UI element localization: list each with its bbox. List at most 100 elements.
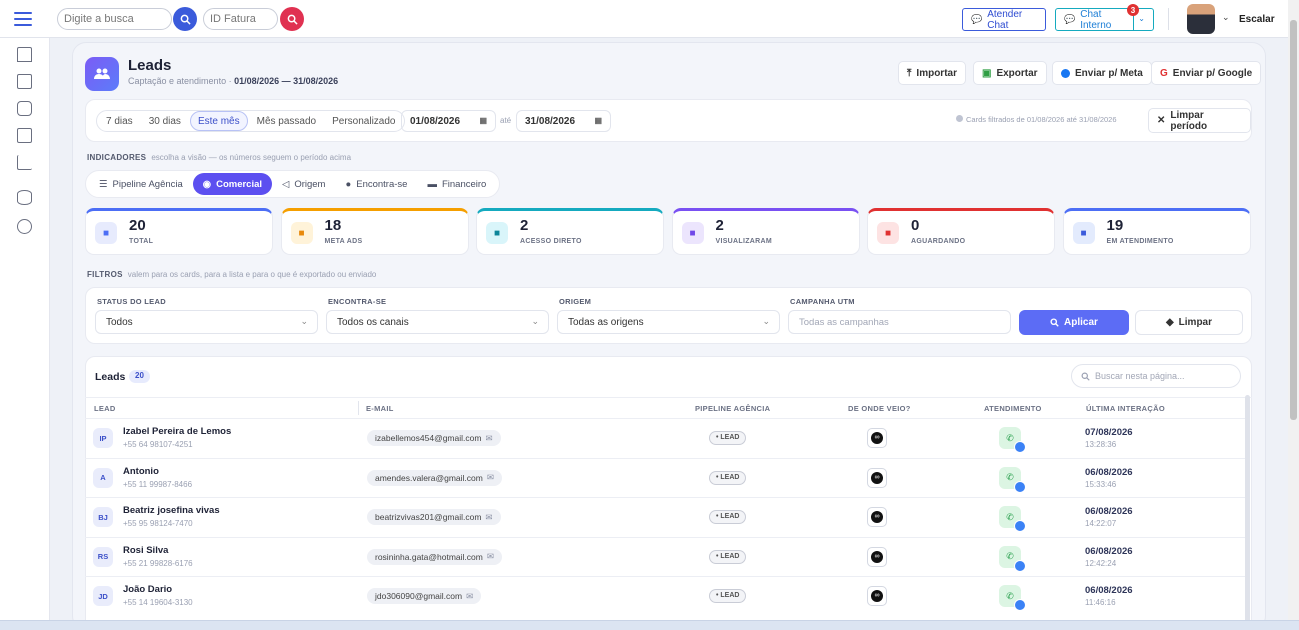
invoice-id-input[interactable]: ID Fatura bbox=[203, 8, 278, 30]
chat-icon: ■ bbox=[1072, 222, 1095, 244]
avatar: JD bbox=[93, 586, 113, 606]
lead-name[interactable]: Izabel Pereira de Lemos bbox=[123, 426, 231, 437]
page-title: Leads bbox=[128, 57, 172, 74]
lead-name[interactable]: João Dario bbox=[123, 584, 172, 595]
utm-filter-label: CAMPANHA UTM bbox=[790, 297, 855, 306]
lead-name[interactable]: Rosi Silva bbox=[123, 545, 168, 556]
table-row[interactable]: A Antonio +55 11 99987-8466 amendes.valera@… bbox=[85, 457, 1248, 497]
chat-bubble-icon bbox=[1014, 480, 1026, 493]
search-icon bbox=[287, 14, 298, 25]
megaphone-icon: ◁ bbox=[282, 178, 290, 190]
search-input[interactable]: Digite a busca bbox=[57, 8, 172, 30]
chevron-down-icon[interactable]: ⌄ bbox=[1222, 12, 1230, 23]
kpi-label: META ADS bbox=[324, 238, 363, 245]
menu-icon[interactable] bbox=[14, 12, 32, 26]
table-row[interactable]: BJ Beatriz josefina vivas +55 95 98124-747… bbox=[85, 497, 1248, 536]
status-filter-select[interactable]: Todos ⌄ bbox=[95, 310, 318, 334]
scroll-thumb[interactable] bbox=[1290, 20, 1297, 420]
clear-filters-button[interactable]: ◆ Limpar bbox=[1135, 310, 1243, 335]
email-chip[interactable]: amendes.valera@gmail.com ✉ bbox=[367, 469, 502, 486]
indicators-label: INDICADORES escolha a visão — os números… bbox=[87, 153, 352, 162]
headset-icon: ◉ bbox=[202, 178, 212, 190]
import-button[interactable]: ⤒ Importar bbox=[898, 61, 966, 85]
chevron-down-icon: ⌄ bbox=[762, 316, 770, 326]
home-icon[interactable] bbox=[17, 47, 32, 62]
date-to-input[interactable]: 31/08/2026 ▦ bbox=[516, 110, 611, 132]
column-last-interaction[interactable]: ÚLTIMA INTERAÇÃO bbox=[1086, 404, 1165, 413]
table-row[interactable]: JD João Dario +55 14 19604-3130 jdo306090@g… bbox=[85, 576, 1248, 615]
lead-name[interactable]: Beatriz josefina vivas bbox=[123, 505, 220, 516]
email-chip[interactable]: jdo306090@gmail.com ✉ bbox=[367, 588, 482, 604]
preset-7-days[interactable]: 7 dias bbox=[99, 111, 140, 131]
kpi-label: TOTAL bbox=[129, 238, 154, 245]
origin-filter-select[interactable]: Todas as origens ⌄ bbox=[557, 310, 780, 334]
kpi-value: 19 bbox=[1106, 217, 1124, 234]
tab-financeiro[interactable]: ▬ Financeiro bbox=[417, 173, 496, 195]
filters-label: FILTROS valem para os cards, para a list… bbox=[87, 270, 377, 279]
column-origin[interactable]: DE ONDE VEIO? bbox=[848, 404, 911, 413]
table-row[interactable]: RS Rosi Silva +55 21 99828-6176 rosininha.g… bbox=[85, 536, 1248, 576]
email-chip[interactable]: rosininha.gata@hotmail.com ✉ bbox=[367, 548, 502, 565]
apply-filters-button[interactable]: Aplicar bbox=[1019, 310, 1129, 335]
internal-chat-button[interactable]: 💬 Chat Interno ⌄ bbox=[1055, 8, 1154, 31]
divider bbox=[1168, 8, 1169, 30]
table-row[interactable]: IP Izabel Pereira de Lemos +55 64 98107-42… bbox=[85, 418, 1248, 457]
utm-filter-input[interactable]: Todas as campanhas bbox=[788, 310, 1011, 334]
preset-last-month[interactable]: Mês passado bbox=[250, 111, 323, 131]
preset-this-month[interactable]: Este mês bbox=[189, 111, 248, 131]
email-chip[interactable]: beatrizvivas201@gmail.com ✉ bbox=[367, 509, 501, 525]
search-button[interactable] bbox=[173, 7, 197, 31]
mail-icon: ✉ bbox=[466, 590, 474, 601]
column-pipeline[interactable]: PIPELINE AGÊNCIA bbox=[695, 404, 770, 413]
column-attendance[interactable]: ATENDIMENTO bbox=[984, 404, 1042, 413]
kpi-card-aguardando[interactable]: ■ 0 AGUARDANDO bbox=[867, 208, 1055, 255]
user-menu-label[interactable]: Escalar bbox=[1239, 14, 1275, 25]
tab-comercial[interactable]: ◉ Comercial bbox=[192, 173, 273, 195]
chart-icon: ■ bbox=[290, 222, 313, 244]
clear-period-button[interactable]: ✕ Limpar período bbox=[1148, 108, 1251, 133]
period-card: 7 dias 30 dias Este mês Mês passado Pers… bbox=[85, 99, 1252, 142]
chat-icon: 💬 bbox=[1064, 14, 1076, 24]
table-scrollbar[interactable] bbox=[1245, 395, 1250, 629]
leads-icon bbox=[85, 57, 119, 91]
kpi-card-total[interactable]: ■ 20 TOTAL bbox=[85, 208, 273, 255]
meta-source-icon: ∞ bbox=[867, 586, 887, 606]
chat-bubble-icon bbox=[1014, 599, 1026, 611]
preset-custom[interactable]: Personalizado bbox=[325, 111, 402, 131]
send-meta-button[interactable]: Enviar p/ Meta bbox=[1052, 61, 1152, 85]
page-scrollbar[interactable] bbox=[1288, 0, 1299, 620]
kpi-value: 2 bbox=[715, 217, 724, 234]
preset-30-days[interactable]: 30 dias bbox=[142, 111, 188, 131]
power-icon[interactable] bbox=[17, 219, 32, 234]
close-icon: ✕ bbox=[1157, 115, 1166, 126]
invoice-search-button[interactable] bbox=[280, 7, 304, 31]
avatar: A bbox=[93, 467, 113, 488]
attend-chat-button[interactable]: 💬 Atender Chat bbox=[962, 8, 1046, 31]
monitor-icon[interactable] bbox=[17, 128, 32, 143]
column-email[interactable]: E-MAIL bbox=[366, 404, 394, 413]
kpi-card-em-atendimento[interactable]: ■ 19 EM ATENDIMENTO bbox=[1062, 208, 1251, 255]
send-google-button[interactable]: G Enviar p/ Google bbox=[1151, 61, 1262, 85]
avatar[interactable] bbox=[1187, 4, 1215, 34]
contacts-icon[interactable] bbox=[17, 74, 32, 89]
bottom-bar bbox=[0, 620, 1299, 630]
wallet-icon: ▬ bbox=[427, 178, 437, 190]
last-interaction-time: 12:42:24 bbox=[1085, 558, 1117, 568]
table-search-input[interactable]: Buscar nesta página... bbox=[1071, 364, 1241, 388]
tab-pipeline-agencia[interactable]: ☰ Pipeline Agência bbox=[89, 173, 193, 195]
column-lead[interactable]: LEAD bbox=[94, 404, 116, 413]
lead-name[interactable]: Antonio bbox=[123, 466, 159, 477]
message-icon[interactable] bbox=[17, 101, 32, 116]
channel-filter-select[interactable]: Todos os canais ⌄ bbox=[326, 310, 549, 334]
date-from-input[interactable]: 01/08/2026 ▦ bbox=[401, 110, 496, 132]
kpi-card-visualizaram[interactable]: ■ 2 VISUALIZARAM bbox=[671, 208, 860, 255]
tab-encontra-se[interactable]: ● Encontra-se bbox=[335, 173, 417, 195]
export-button[interactable]: ▣ Exportar bbox=[973, 61, 1047, 85]
email-chip[interactable]: izabellemos454@gmail.com ✉ bbox=[367, 430, 501, 446]
kpi-card-meta-ads[interactable]: ■ 18 META ADS bbox=[280, 208, 469, 255]
tab-origem[interactable]: ◁ Origem bbox=[272, 173, 335, 195]
kpi-card-acesso-direto[interactable]: ■ 2 ACESSO DIRETO bbox=[476, 208, 664, 255]
chart-icon[interactable] bbox=[17, 155, 32, 170]
avatar: RS bbox=[93, 546, 113, 567]
database-icon[interactable] bbox=[17, 190, 32, 205]
